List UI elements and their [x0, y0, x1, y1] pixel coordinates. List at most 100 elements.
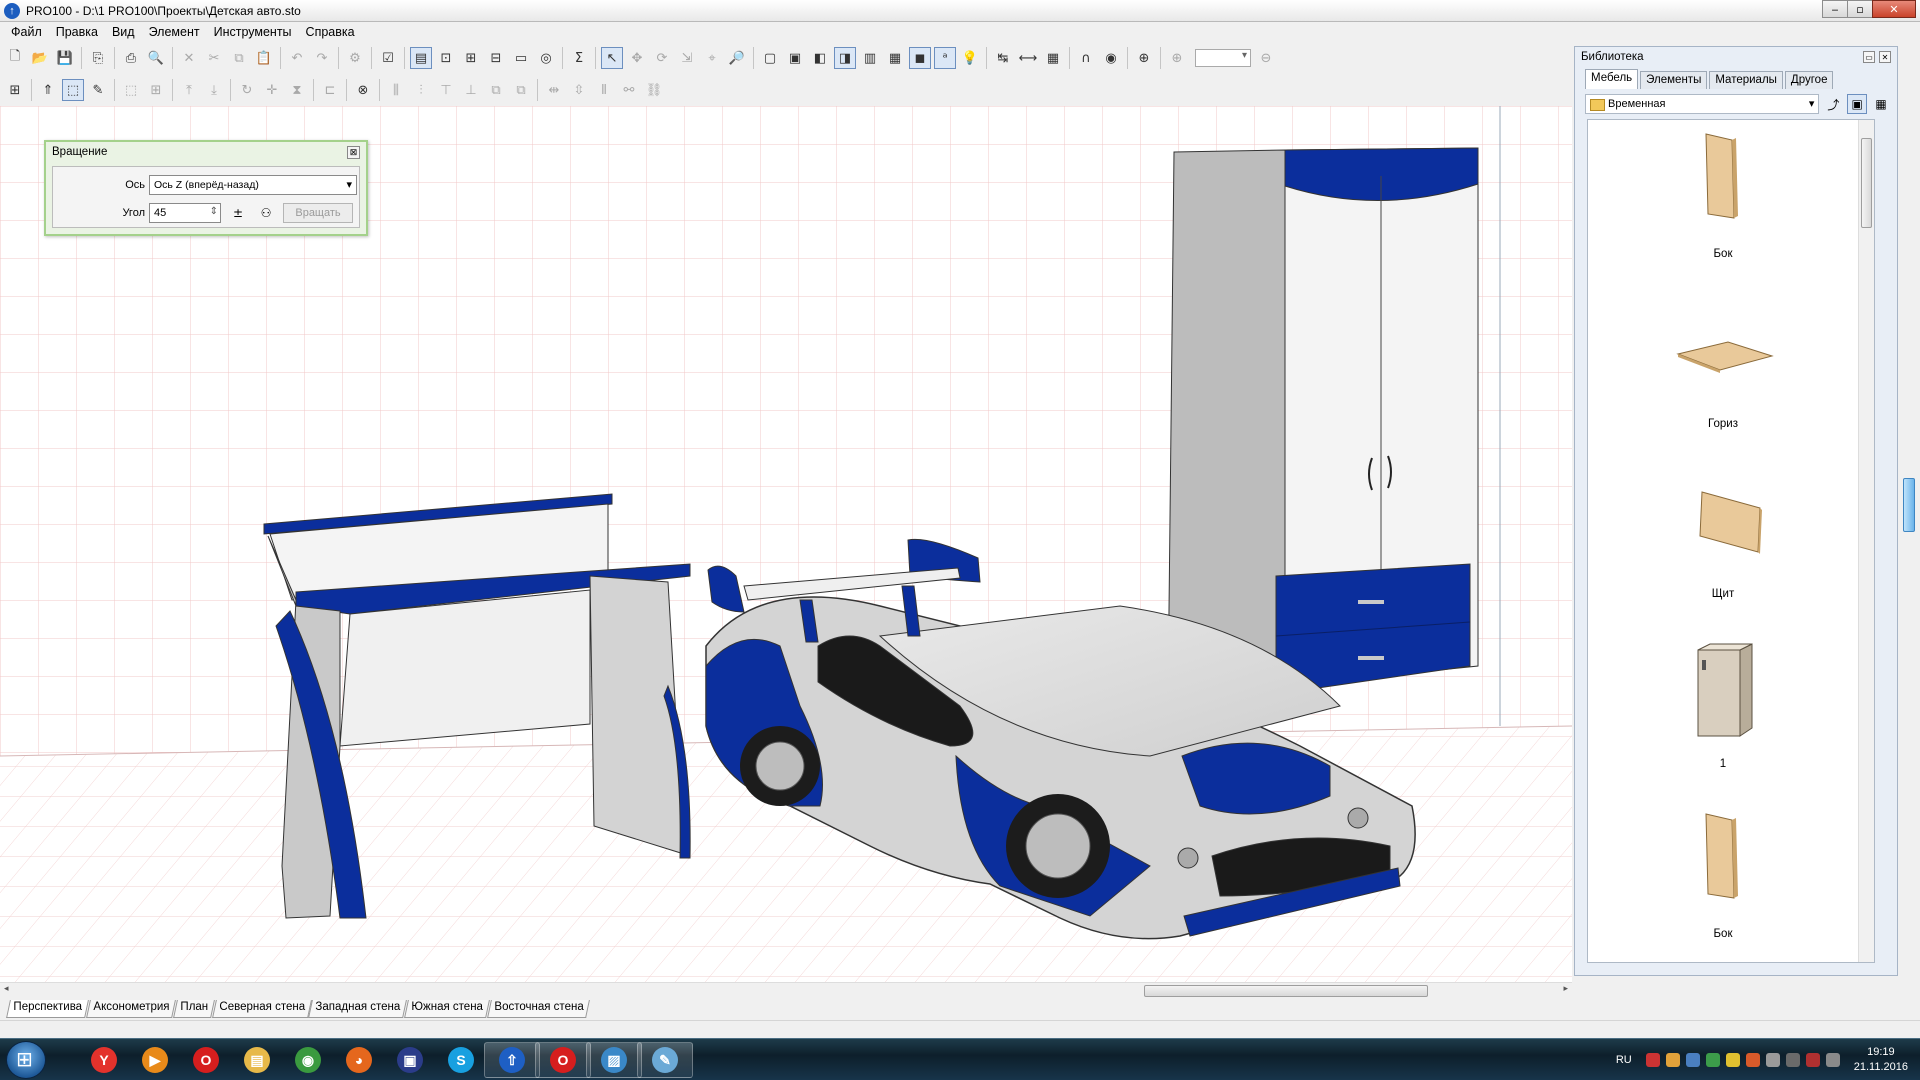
library-tab[interactable]: Материалы: [1709, 71, 1783, 89]
taskbar-app-save-app[interactable]: ▣: [382, 1042, 438, 1078]
library-tab[interactable]: Мебель: [1585, 69, 1639, 89]
menu-item[interactable]: Вид: [105, 25, 142, 39]
rotate-dialog[interactable]: Вращение ⊠ Ось Ось Z (вперёд-назад) Угол…: [44, 140, 368, 236]
align-bottom-icon[interactable]: ⊥: [460, 79, 482, 101]
view-tab[interactable]: Северная стена: [211, 1000, 312, 1018]
print-icon[interactable]: ⎙: [120, 47, 142, 69]
scroll-left-icon[interactable]: ◂: [4, 983, 9, 994]
sphere-icon[interactable]: ◉: [1100, 47, 1122, 69]
library-folder-select[interactable]: Временная: [1585, 94, 1820, 114]
view-tab[interactable]: Западная стена: [308, 1000, 407, 1018]
view-layout-icon[interactable]: ▤: [410, 47, 432, 69]
new-file-icon[interactable]: 🗋: [4, 47, 26, 69]
pointer-icon[interactable]: ↖: [601, 47, 623, 69]
library-item[interactable]: Бок: [1588, 800, 1858, 962]
move-cross-icon[interactable]: ✛: [261, 79, 283, 101]
library-scrollbar[interactable]: [1858, 120, 1874, 962]
properties-icon[interactable]: ⚙: [344, 47, 366, 69]
align-up-icon[interactable]: ⇑: [37, 79, 59, 101]
library-item[interactable]: Бок: [1588, 120, 1858, 290]
angle-spinner[interactable]: 45: [149, 203, 221, 223]
screen-icon[interactable]: ▭: [510, 47, 532, 69]
group-icon[interactable]: ⊞: [4, 79, 26, 101]
align-left-icon[interactable]: ⊏: [319, 79, 341, 101]
taskbar-app-image-viewer[interactable]: ▨: [586, 1042, 642, 1078]
panel-scrollbar[interactable]: [1900, 106, 1918, 976]
light-bulb-icon[interactable]: 💡: [959, 47, 981, 69]
taskbar-app-skype[interactable]: S: [433, 1042, 489, 1078]
taskbar-app-file-explorer[interactable]: ▤: [229, 1042, 285, 1078]
measure-icon[interactable]: ⟷: [1017, 47, 1039, 69]
plus-minus-icon[interactable]: ±: [227, 203, 249, 223]
taskbar-app-firefox[interactable]: ◕: [331, 1042, 387, 1078]
mirror-icon[interactable]: ⧗: [286, 79, 308, 101]
close-icon[interactable]: ✕: [1879, 51, 1891, 63]
redo-icon[interactable]: ↷: [311, 47, 333, 69]
axis-select[interactable]: Ось Z (вперёд-назад): [149, 175, 357, 195]
minimize-button[interactable]: ‒: [1822, 0, 1848, 18]
taskbar-app-media-player[interactable]: ▶: [127, 1042, 183, 1078]
raise-icon[interactable]: ⤒: [178, 79, 200, 101]
rotate-icon[interactable]: ↻: [236, 79, 258, 101]
grid-view-icon[interactable]: ▦: [1871, 94, 1891, 114]
scroll-right-icon[interactable]: ▸: [1563, 983, 1568, 994]
link-icon[interactable]: ⚯: [618, 79, 640, 101]
taskbar-app-paint[interactable]: ✎: [637, 1042, 693, 1078]
frame-icon[interactable]: ⬚: [120, 79, 142, 101]
library-item[interactable]: 1: [1588, 630, 1858, 800]
stack-icon[interactable]: ⧉: [485, 79, 507, 101]
rotate-3d-icon[interactable]: ⟳: [651, 47, 673, 69]
library-scroll-thumb[interactable]: [1861, 138, 1872, 228]
pencil-icon[interactable]: ✎: [87, 79, 109, 101]
language-indicator[interactable]: RU: [1616, 1054, 1632, 1066]
edit-points-icon[interactable]: ⌖: [701, 47, 723, 69]
tray-app-icon[interactable]: [1745, 1053, 1760, 1067]
view-tab[interactable]: Восточная стена: [486, 1000, 590, 1018]
chain-icon[interactable]: ⛓: [643, 79, 665, 101]
view-tab[interactable]: Аксонометрия: [85, 1000, 176, 1018]
scene-canvas[interactable]: [0, 106, 1572, 982]
sum-icon[interactable]: Σ: [568, 47, 590, 69]
align-top-icon[interactable]: ⊤: [435, 79, 457, 101]
taskbar-app-pro100[interactable]: ⇧: [484, 1042, 540, 1078]
horizontal-scroll-thumb[interactable]: [1144, 985, 1428, 997]
menu-item[interactable]: Справка: [299, 25, 362, 39]
export-icon[interactable]: ⎘: [87, 47, 109, 69]
paste-icon[interactable]: 📋: [253, 47, 275, 69]
rotate-button[interactable]: Вращать: [283, 203, 353, 223]
taskbar-app-opera[interactable]: O: [178, 1042, 234, 1078]
view-tab[interactable]: Перспектива: [6, 1000, 89, 1018]
tray-app-icon[interactable]: [1725, 1053, 1740, 1067]
save-icon[interactable]: 💾: [54, 47, 76, 69]
delete-icon[interactable]: ✕: [178, 47, 200, 69]
horizontal-scrollbar[interactable]: ◂ ▸: [0, 982, 1572, 998]
taskbar-app-chrome[interactable]: ◉: [280, 1042, 336, 1078]
target-small-icon[interactable]: ⊗: [352, 79, 374, 101]
wireframe-icon[interactable]: ▢: [759, 47, 781, 69]
network-icon[interactable]: [1785, 1053, 1800, 1067]
shaded-edges-icon[interactable]: ◨: [834, 47, 856, 69]
dist-v-icon[interactable]: ⫶: [410, 79, 432, 101]
magnet-icon[interactable]: ∩: [1075, 47, 1097, 69]
print-preview-icon[interactable]: 🔍: [145, 47, 167, 69]
space-h-icon[interactable]: ⇹: [543, 79, 565, 101]
undo-icon[interactable]: ↶: [286, 47, 308, 69]
zoom-tool-icon[interactable]: 🔎: [726, 47, 748, 69]
zoom-in-icon[interactable]: ⊕: [1166, 47, 1188, 69]
view-tab[interactable]: План: [172, 1000, 215, 1018]
library-tab[interactable]: Элементы: [1640, 71, 1708, 89]
realistic-icon[interactable]: ◼: [909, 47, 931, 69]
library-item[interactable]: Гориз: [1588, 290, 1858, 460]
cut-icon[interactable]: ✂: [203, 47, 225, 69]
select-box-icon[interactable]: ⬚: [62, 79, 84, 101]
dist-h-icon[interactable]: ⫼: [385, 79, 407, 101]
wardrobe[interactable]: [1167, 147, 1479, 703]
view-tab[interactable]: Южная стена: [404, 1000, 490, 1018]
start-button[interactable]: [6, 1041, 46, 1079]
tray-app-icon[interactable]: [1705, 1053, 1720, 1067]
zoom-level-select[interactable]: [1195, 49, 1251, 67]
labels-icon[interactable]: ᵃ: [934, 47, 956, 69]
large-icons-view-icon[interactable]: ▣: [1847, 94, 1868, 114]
lower-icon[interactable]: ⤓: [203, 79, 225, 101]
taskbar-app-yandex-browser[interactable]: Y: [76, 1042, 132, 1078]
